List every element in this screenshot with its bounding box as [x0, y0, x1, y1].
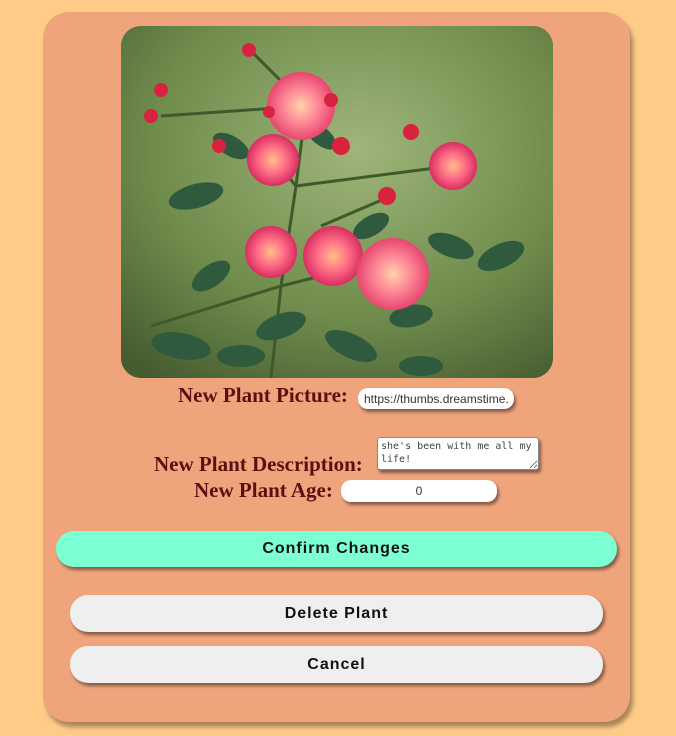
picture-label: New Plant Picture:	[178, 383, 348, 407]
description-label: New Plant Description:	[154, 452, 363, 476]
plant-photo	[121, 26, 553, 378]
cancel-button[interactable]: Cancel	[70, 646, 603, 683]
edit-plant-card: New Plant Picture: New Plant Description…	[43, 12, 630, 722]
age-label: New Plant Age:	[194, 478, 333, 502]
description-textarea[interactable]: she's been with me all my life!	[377, 437, 539, 470]
delete-plant-button[interactable]: Delete Plant	[70, 595, 603, 632]
age-input[interactable]	[341, 480, 497, 502]
confirm-changes-button[interactable]: Confirm Changes	[56, 531, 617, 567]
picture-url-input[interactable]	[358, 388, 514, 409]
